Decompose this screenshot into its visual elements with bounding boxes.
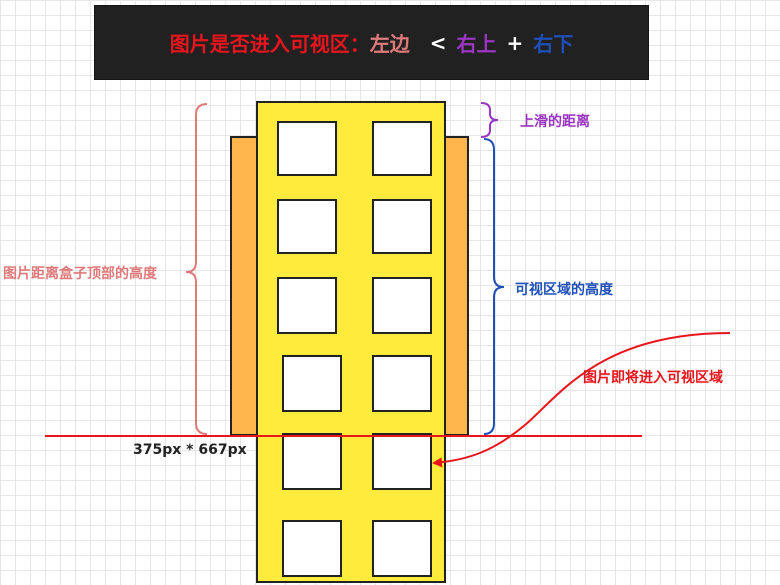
- image-tile: [277, 277, 337, 334]
- title-right-top: 右上: [456, 32, 497, 56]
- image-top-distance-label: 图片距离盒子顶部的高度: [3, 266, 157, 282]
- image-tile: [282, 520, 342, 577]
- visible-height-label: 可视区域的高度: [515, 282, 613, 298]
- visible-height-brace: [483, 138, 505, 435]
- image-tile: [372, 199, 432, 254]
- scroll-distance-label: 上滑的距离: [520, 114, 590, 130]
- title-right-bottom: 右下: [533, 32, 574, 56]
- title-main: 图片是否进入可视区：: [169, 32, 370, 56]
- title-less-than: <: [429, 30, 447, 55]
- image-tile: [277, 121, 337, 176]
- viewport-size-label: 375px * 667px: [133, 442, 247, 458]
- image-top-distance-brace: [185, 103, 208, 435]
- image-tile: [372, 121, 432, 176]
- image-tile: [372, 355, 432, 412]
- image-tile: [282, 433, 342, 490]
- about-to-enter-arrow: [432, 332, 731, 468]
- image-tile: [277, 199, 337, 254]
- scroll-distance-brace: [480, 102, 499, 138]
- title-plus: +: [506, 30, 524, 55]
- title-left-part: 左边: [369, 32, 410, 56]
- about-to-enter-label: 图片即将进入可视区域: [583, 370, 723, 386]
- image-tile: [372, 277, 432, 334]
- image-tile: [372, 520, 432, 577]
- image-tile: [282, 355, 342, 412]
- image-tile: [372, 433, 432, 490]
- diagram-canvas: [45, 101, 731, 583]
- title-banner: 图片是否进入可视区： 左边 < 右上 + 右下: [94, 5, 649, 80]
